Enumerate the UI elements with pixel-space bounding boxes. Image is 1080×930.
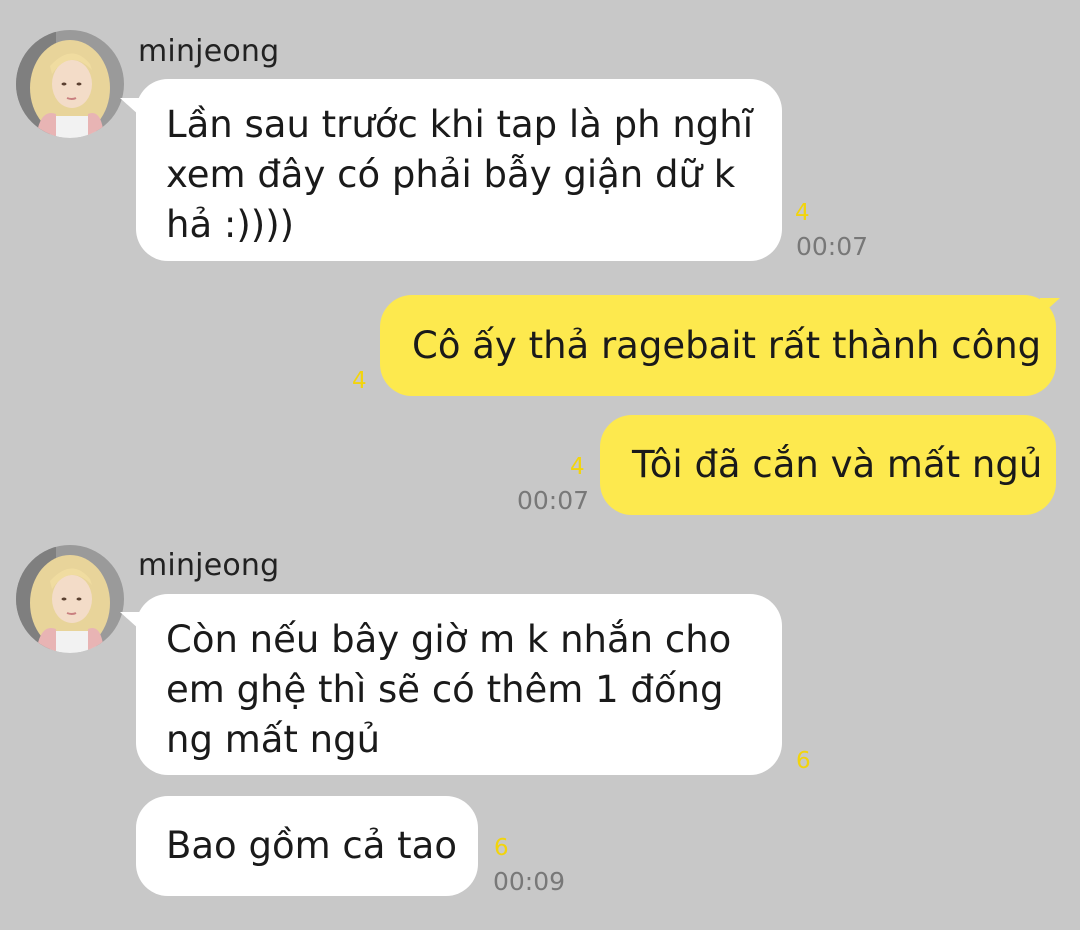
sender-name: minjeong <box>138 548 280 583</box>
message-time: 00:07 <box>517 486 590 515</box>
message-bubble[interactable]: Cô ấy thả ragebait rất thành công <box>380 295 1056 396</box>
message-text: Tôi đã cắn và mất ngủ <box>632 443 1043 486</box>
message-time: 00:07 <box>796 232 869 261</box>
message-bubble[interactable]: Còn nếu bây giờ m k nhắn cho em ghệ thì … <box>136 594 782 775</box>
sender-name: minjeong <box>138 34 280 69</box>
avatar[interactable] <box>16 30 124 138</box>
unread-count: 4 <box>570 454 585 480</box>
message-text: Bao gồm cả tao <box>166 824 457 867</box>
message-time: 00:09 <box>493 867 566 896</box>
message-text-line: Lần sau trước khi tap là ph nghĩ <box>166 103 753 146</box>
message-text-line: em ghệ thì sẽ có thêm 1 đống <box>166 668 724 711</box>
message-bubble[interactable]: Bao gồm cả tao <box>136 796 478 896</box>
unread-count: 4 <box>795 200 810 226</box>
unread-count: 4 <box>352 368 367 394</box>
message-bubble[interactable]: Tôi đã cắn và mất ngủ <box>600 415 1056 515</box>
user-avatar-photo-icon <box>16 30 124 138</box>
message-text-line: Còn nếu bây giờ m k nhắn cho <box>166 618 732 661</box>
message-text: Cô ấy thả ragebait rất thành công <box>412 323 1042 367</box>
unread-count: 6 <box>494 835 509 861</box>
message-bubble[interactable]: Lần sau trước khi tap là ph nghĩ xem đây… <box>136 79 782 261</box>
unread-count: 6 <box>796 748 811 774</box>
message-text-line: hả :)))) <box>166 203 295 246</box>
message-text-line: ng mất ngủ <box>166 718 381 761</box>
avatar[interactable] <box>16 545 124 653</box>
user-avatar-photo-icon <box>16 545 124 653</box>
message-text-line: xem đây có phải bẫy giận dữ k <box>166 153 736 196</box>
